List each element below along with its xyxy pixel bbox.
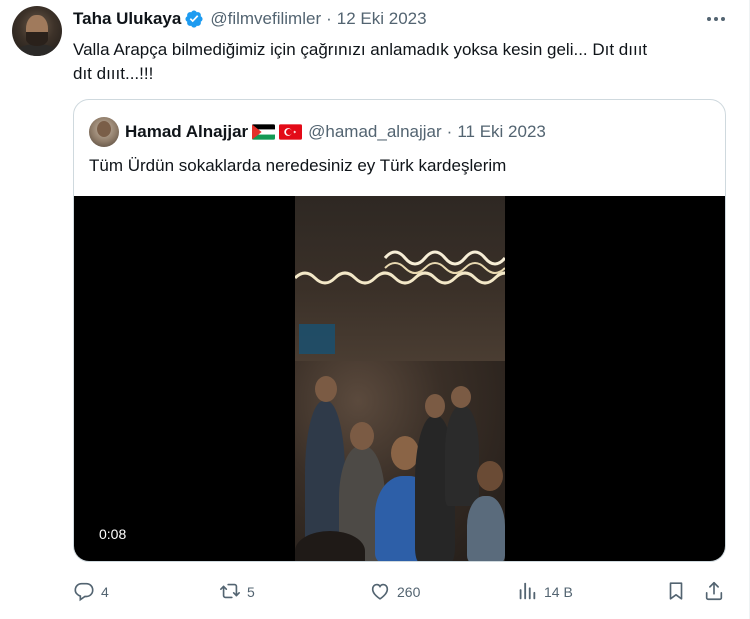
author-avatar[interactable] [12, 6, 62, 56]
video-player[interactable]: 0:08 [74, 196, 725, 561]
video-frame [295, 196, 505, 561]
reply-icon [73, 580, 95, 605]
tweet[interactable]: Taha Ulukaya @filmvefilimler · 12 Eki 20… [0, 0, 750, 619]
views-button[interactable]: 14 B [516, 579, 573, 605]
reply-count: 4 [101, 584, 109, 600]
header-separator: · [326, 9, 332, 28]
bookmark-button[interactable] [665, 579, 687, 605]
quoted-author-avatar [89, 117, 119, 147]
turkey-flag-icon [279, 124, 303, 140]
like-button[interactable]: 260 [369, 579, 420, 605]
tweet-text-line: Valla Arapça bilmediğimiz için çağrınızı… [73, 40, 648, 59]
action-bar: 4 5 260 14 B [73, 579, 733, 605]
author-name[interactable]: Taha Ulukaya [73, 9, 181, 29]
verified-badge-icon [184, 9, 204, 29]
bookmark-icon [665, 580, 687, 605]
tweet-header: Taha Ulukaya @filmvefilimler · 12 Eki 20… [73, 8, 427, 30]
video-duration: 0:08 [99, 526, 127, 542]
tweet-text: Valla Arapça bilmediğimiz için çağrınızı… [73, 38, 733, 86]
quoted-author-name: Hamad Alnajjar [125, 122, 249, 141]
tweet-date[interactable]: 12 Eki 2023 [337, 9, 427, 29]
views-icon [516, 580, 538, 605]
like-count: 260 [397, 584, 421, 600]
palestine-flag-icon [252, 124, 276, 140]
quoted-tweet-text: Tüm Ürdün sokaklarda neredesiniz ey Türk… [89, 156, 507, 175]
quoted-header-separator: · [446, 122, 453, 141]
retweet-button[interactable]: 5 [219, 579, 255, 605]
heart-icon [369, 580, 391, 605]
string-lights [295, 250, 505, 285]
quoted-tweet-header: Hamad Alnajjar @hamad_alnajjar · 11 Eki … [89, 117, 546, 147]
reply-button[interactable]: 4 [73, 579, 109, 605]
more-options-icon[interactable] [705, 9, 727, 29]
quoted-tweet-date: 11 Eki 2023 [457, 122, 546, 141]
tweet-text-line: dıt dıııt...!!! [73, 64, 154, 83]
views-count: 14 B [544, 584, 573, 600]
retweet-count: 5 [247, 584, 255, 600]
share-icon [703, 580, 725, 605]
quoted-tweet[interactable]: Hamad Alnajjar @hamad_alnajjar · 11 Eki … [73, 99, 726, 562]
author-handle[interactable]: @filmvefilimler [210, 9, 321, 29]
retweet-icon [219, 580, 241, 605]
share-button[interactable] [703, 579, 725, 605]
quoted-author-handle: @hamad_alnajjar [308, 122, 442, 141]
